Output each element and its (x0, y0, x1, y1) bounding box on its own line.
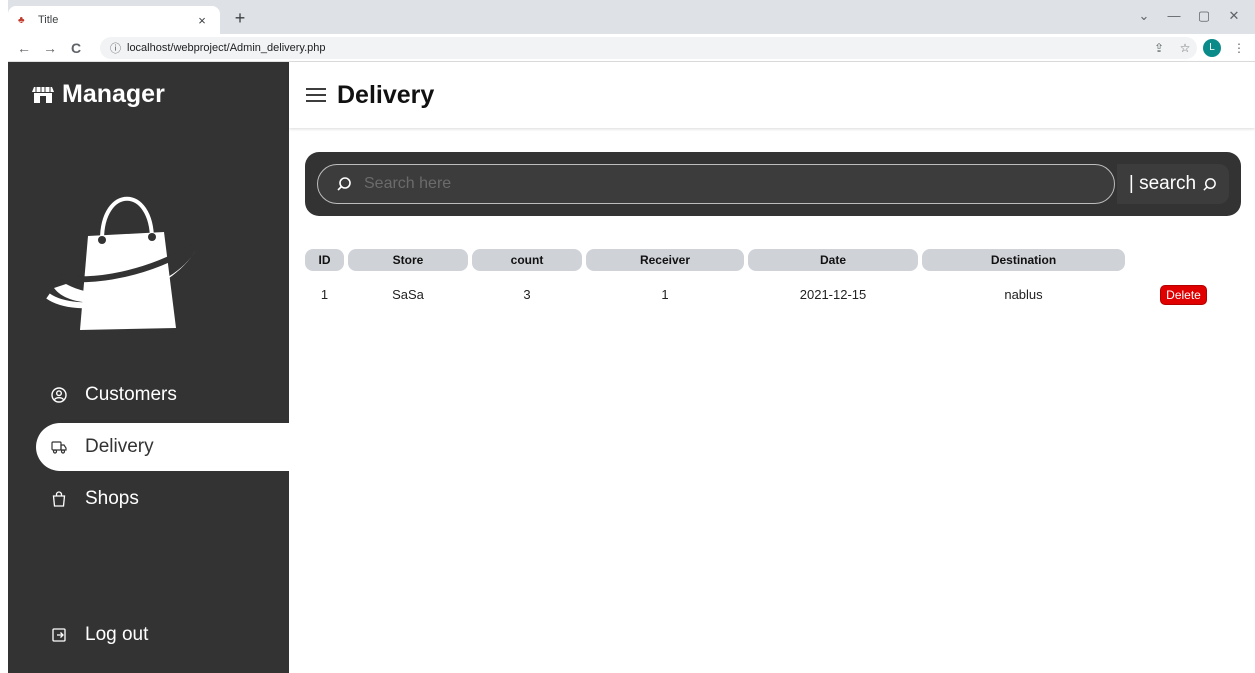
shopping-bag-icon (52, 491, 66, 507)
cell-date: 2021-12-15 (799, 287, 867, 302)
browser-menu-icon[interactable]: ⋮ (1231, 38, 1247, 58)
address-bar[interactable]: ⓘ localhost/webproject/Admin_delivery.ph… (100, 37, 1197, 59)
close-window-button[interactable]: ✕ (1219, 6, 1249, 26)
reload-button[interactable]: C (66, 38, 86, 58)
sidebar-item-label: Shops (85, 488, 139, 509)
cell-receiver: 1 (661, 287, 669, 302)
hamburger-menu-icon[interactable] (305, 86, 327, 104)
favicon-icon: ♣ (18, 14, 25, 26)
profile-avatar[interactable]: L (1203, 39, 1221, 57)
search-button-label: | search (1128, 173, 1197, 194)
shopping-bag-logo-icon (46, 196, 196, 330)
sidebar-item-shops[interactable]: Shops (36, 475, 289, 523)
page-header: Delivery (289, 62, 1255, 128)
sidebar-item-delivery[interactable]: Delivery (36, 423, 289, 471)
tab-search-icon[interactable]: ⌄ (1129, 6, 1159, 26)
main-content: Delivery | search ID Store (289, 62, 1255, 673)
column-header-count: count (472, 249, 582, 271)
column-header-receiver: Receiver (586, 249, 744, 271)
toolbar-icons: ⇪ ☆ L ⋮ (1151, 38, 1247, 58)
brand: Manager (32, 80, 165, 109)
column-header-destination: Destination (922, 249, 1125, 271)
truck-icon (51, 441, 67, 454)
browser-window: ♣ Title × + ⌄ — ▢ ✕ ← → C ⓘ localhost/we… (0, 0, 1255, 673)
sidebar-item-label: Customers (85, 384, 177, 405)
cell-id: 1 (320, 287, 329, 302)
tab-close-icon[interactable]: × (194, 13, 210, 28)
share-icon[interactable]: ⇪ (1151, 38, 1167, 58)
user-circle-icon (51, 387, 67, 403)
page-title: Delivery (337, 80, 435, 109)
column-header-id: ID (305, 249, 344, 271)
bookmark-star-icon[interactable]: ☆ (1177, 38, 1193, 58)
delete-button[interactable]: Delete (1160, 285, 1207, 305)
search-button[interactable]: | search (1117, 164, 1229, 204)
minimize-button[interactable]: — (1159, 6, 1189, 26)
logout-button[interactable]: Log out (36, 611, 289, 659)
column-header-date: Date (748, 249, 918, 271)
brand-title: Manager (62, 80, 165, 108)
back-button[interactable]: ← (14, 38, 34, 58)
sidebar-item-customers[interactable]: Customers (36, 371, 289, 419)
window-controls: ⌄ — ▢ ✕ (1129, 6, 1249, 26)
search-panel: | search (305, 152, 1241, 216)
column-header-store: Store (348, 249, 468, 271)
sidebar-item-label: Delivery (85, 436, 154, 457)
tab-title: Title (38, 14, 59, 26)
sidebar: Manager Customers Delivery Shops Log out (8, 62, 289, 673)
search-field[interactable] (317, 164, 1115, 204)
cell-count: 3 (523, 287, 531, 302)
logout-icon (52, 628, 66, 642)
search-input[interactable] (364, 165, 1114, 203)
store-icon (32, 86, 54, 103)
tab-strip: ♣ Title × + ⌄ — ▢ ✕ (8, 0, 1255, 34)
url-text: localhost/webproject/Admin_delivery.php (127, 42, 326, 54)
window-edge (0, 0, 8, 673)
browser-toolbar: ← → C ⓘ localhost/webproject/Admin_deliv… (8, 34, 1255, 62)
site-info-icon[interactable]: ⓘ (110, 40, 121, 56)
cell-destination: nablus (1004, 287, 1043, 302)
cell-store: SaSa (392, 287, 424, 302)
restore-button[interactable]: ▢ (1189, 6, 1219, 26)
search-icon (1203, 177, 1216, 191)
new-tab-button[interactable]: + (230, 8, 250, 28)
search-icon (337, 177, 351, 191)
forward-button[interactable]: → (40, 38, 60, 58)
browser-tab[interactable]: ♣ Title × (8, 6, 220, 34)
logout-label: Log out (85, 624, 149, 645)
